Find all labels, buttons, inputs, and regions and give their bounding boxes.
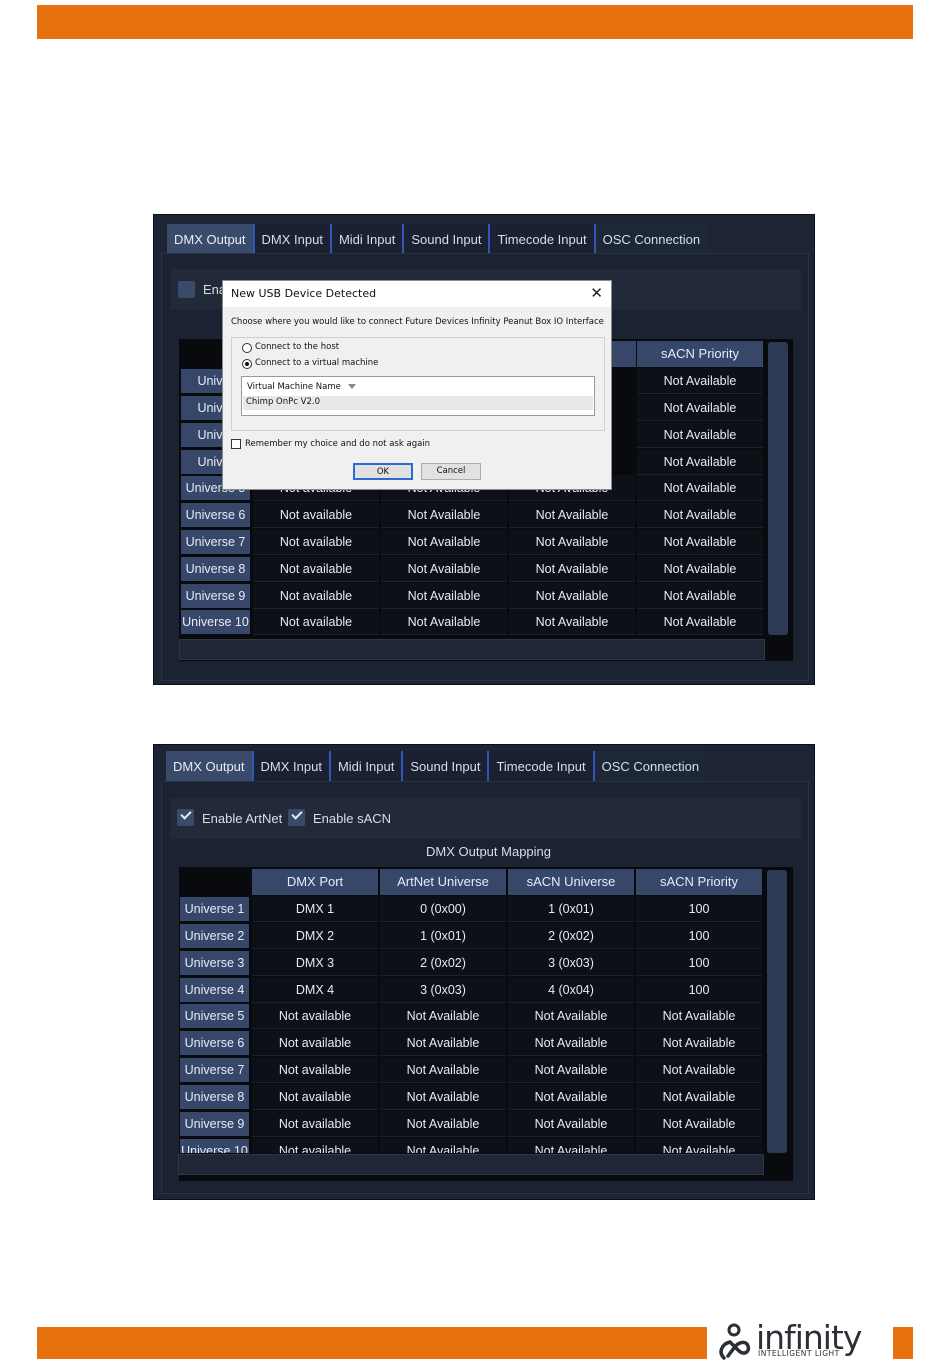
table-cell[interactable]: 3 (0x03) [380,977,506,1003]
row-header-universe-10[interactable]: Universe 10 [180,1139,249,1153]
bottom-orange-bar [37,1327,707,1359]
table-cell[interactable]: 3 (0x03) [508,950,634,976]
vertical-scrollbar[interactable] [767,870,787,1153]
table-cell[interactable]: Not Available [636,1138,762,1153]
table-cell[interactable]: Not Available [636,1057,762,1083]
row-header-universe-9[interactable]: Universe 9 [180,1112,249,1136]
row-header-universe-3[interactable]: Universe 3 [180,951,249,975]
table-cell[interactable]: Not available [252,1030,378,1056]
table-cell[interactable]: Not Available [508,1030,634,1056]
table-cell[interactable]: 1 (0x01) [380,923,506,949]
table-cell[interactable]: 2 (0x02) [508,923,634,949]
row-header-universe-8[interactable]: Universe 8 [180,1085,249,1109]
table-cell[interactable]: 100 [636,950,762,976]
table-cell[interactable]: 100 [636,923,762,949]
horizontal-scrollbar[interactable] [178,1154,764,1175]
table-cell[interactable]: Not Available [636,1084,762,1110]
table-cell[interactable]: Not Available [508,1138,634,1153]
row-header-universe-5[interactable]: Universe 5 [180,1004,249,1028]
table-cell[interactable]: 100 [636,977,762,1003]
table-cell[interactable]: Not available [252,1138,378,1153]
table-cell[interactable]: 4 (0x04) [508,977,634,1003]
table-cell[interactable]: 100 [636,896,762,922]
panel2-rows: Universe 1 DMX 1 0 (0x00) 1 (0x01) 100 U… [0,0,950,1153]
table-cell[interactable]: Not available [252,1003,378,1029]
row-header-universe-7[interactable]: Universe 7 [180,1058,249,1082]
table-cell[interactable]: 0 (0x00) [380,896,506,922]
table-cell[interactable]: Not Available [508,1003,634,1029]
table-cell[interactable]: Not Available [380,1111,506,1137]
logo-tagline: INTELLIGENT LIGHT [758,1349,840,1358]
table-cell[interactable]: Not Available [636,1030,762,1056]
table-cell[interactable]: DMX 4 [252,977,378,1003]
table-cell[interactable]: Not Available [636,1003,762,1029]
table-cell[interactable]: Not Available [636,1111,762,1137]
table-cell[interactable]: Not Available [508,1111,634,1137]
table-cell[interactable]: 1 (0x01) [508,896,634,922]
table-cell[interactable]: Not Available [380,1030,506,1056]
table-cell[interactable]: Not Available [380,1057,506,1083]
table-cell[interactable]: DMX 2 [252,923,378,949]
table-cell[interactable]: Not Available [508,1057,634,1083]
bottom-orange-bar-right [893,1327,913,1359]
table-cell[interactable]: Not Available [380,1138,506,1153]
row-header-universe-6[interactable]: Universe 6 [180,1031,249,1055]
table-cell[interactable]: Not Available [380,1003,506,1029]
table-cell[interactable]: Not Available [380,1084,506,1110]
row-header-universe-1[interactable]: Universe 1 [180,897,249,921]
table-cell[interactable]: Not available [252,1084,378,1110]
table-cell[interactable]: DMX 3 [252,950,378,976]
table-cell[interactable]: Not available [252,1111,378,1137]
row-header-universe-4[interactable]: Universe 4 [180,978,249,1002]
table-cell[interactable]: Not Available [508,1084,634,1110]
logo-mark-icon [719,1323,751,1360]
row-header-universe-2[interactable]: Universe 2 [180,924,249,948]
infinity-logo: infinity INTELLIGENT LIGHT [716,1318,888,1364]
table-cell[interactable]: DMX 1 [252,896,378,922]
table-cell[interactable]: Not available [252,1057,378,1083]
table-cell[interactable]: 2 (0x02) [380,950,506,976]
